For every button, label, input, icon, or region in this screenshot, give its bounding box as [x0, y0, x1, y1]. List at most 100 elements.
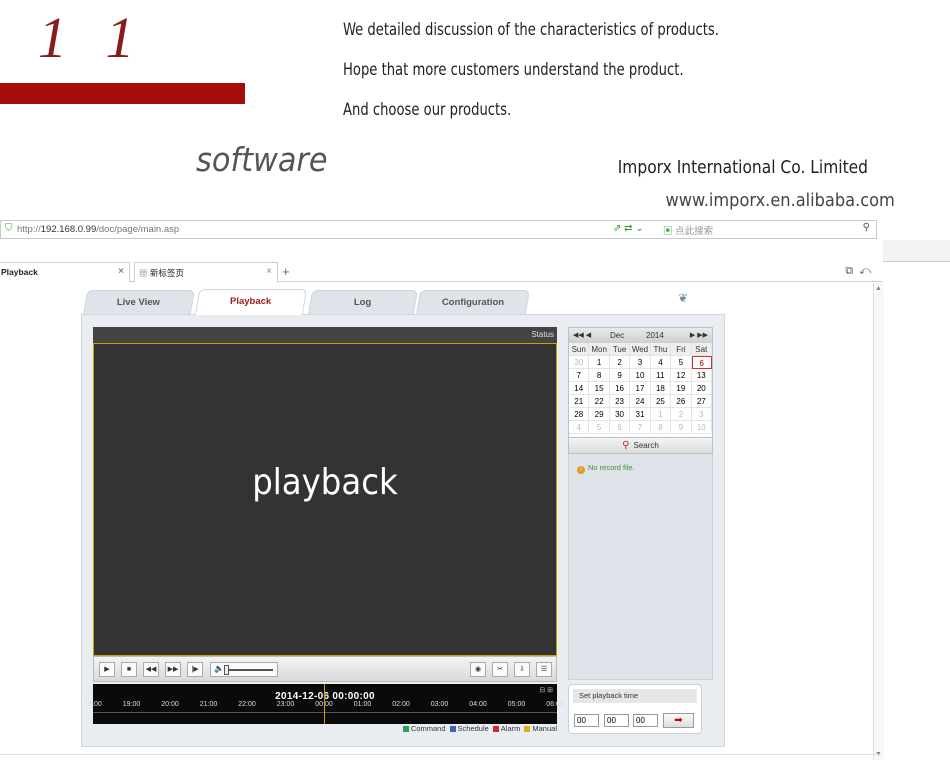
- timeline-track[interactable]: [93, 712, 557, 722]
- timeline-tick: 21:00: [199, 701, 218, 708]
- calendar-day[interactable]: 5: [589, 421, 610, 434]
- status-label[interactable]: Status: [531, 330, 554, 339]
- calendar-day[interactable]: 31: [630, 408, 651, 421]
- browser-tab-playback[interactable]: Playback ×: [0, 262, 130, 282]
- weekday-label: Thu: [650, 343, 672, 356]
- calendar-day[interactable]: 20: [691, 382, 712, 395]
- url-text[interactable]: http://192.168.0.99/doc/page/main.asp: [17, 224, 179, 235]
- rewind-icon[interactable]: ◀◀: [143, 662, 159, 677]
- close-icon[interactable]: ×: [118, 266, 124, 277]
- calendar-day[interactable]: 30: [569, 356, 590, 369]
- hour-input[interactable]: 00: [574, 714, 599, 727]
- calendar-day[interactable]: 10: [630, 369, 651, 382]
- timeline-legend: Command Schedule Alarm Manual: [93, 724, 557, 734]
- tab-tools-icons[interactable]: ⧉ ↶: [845, 265, 871, 278]
- weekday-label: Wed: [630, 343, 651, 356]
- calendar-day[interactable]: 16: [609, 382, 631, 395]
- calendar-day[interactable]: 22: [589, 395, 610, 408]
- calendar-day[interactable]: 14: [569, 382, 590, 395]
- timeline[interactable]: 2014-12-06 00:00:00 18:00 19:00 20:00 21:00…: [84, 684, 564, 724]
- calendar-day[interactable]: 19: [671, 382, 692, 395]
- next-year-icon[interactable]: ▶ ▶▶: [690, 331, 708, 339]
- go-arrow-button[interactable]: ➡: [663, 713, 694, 728]
- calendar-day[interactable]: 11: [650, 369, 672, 382]
- legend-swatch: [402, 726, 409, 732]
- calendar-day[interactable]: 15: [589, 382, 610, 395]
- stop-icon[interactable]: ■: [121, 662, 137, 677]
- download-list-icon[interactable]: ☰: [536, 662, 552, 677]
- timeline-tick: 19:00: [122, 701, 141, 708]
- timeline-tick: 22:00: [238, 701, 256, 708]
- calendar-day[interactable]: 18: [650, 382, 672, 395]
- calendar-day[interactable]: 8: [650, 421, 672, 434]
- scrollbar[interactable]: ▲ ▼: [873, 283, 884, 760]
- clip-icon[interactable]: ✂: [492, 662, 508, 677]
- calendar-day[interactable]: 1: [589, 356, 610, 369]
- tab-configuration[interactable]: Configuration: [415, 290, 531, 314]
- calendar-day[interactable]: 4: [650, 356, 672, 369]
- zoom-icons[interactable]: ⊟ ⊞: [539, 686, 553, 694]
- calendar-day[interactable]: 27: [691, 395, 712, 408]
- calendar-day[interactable]: 23: [609, 395, 631, 408]
- legend-swatch: [449, 726, 456, 732]
- search-icon[interactable]: ⚲: [863, 222, 870, 233]
- browser-tab-new[interactable]: ▦ 新标签页 ×: [134, 262, 278, 282]
- share-icon[interactable]: ⇗ ⇄ ⌄: [613, 223, 644, 234]
- tab-log[interactable]: Log: [307, 290, 419, 314]
- calendar-day[interactable]: 29: [589, 408, 610, 421]
- calendar-day[interactable]: 9: [671, 421, 692, 434]
- section-title: software: [196, 140, 328, 179]
- calendar-day[interactable]: 26: [671, 395, 692, 408]
- calendar-day[interactable]: 17: [630, 382, 651, 395]
- calendar-day[interactable]: 13: [691, 369, 712, 382]
- timeline-tick: 05:00: [507, 701, 526, 708]
- calendar-day[interactable]: 10: [691, 421, 712, 434]
- calendar-day[interactable]: 7: [569, 369, 590, 382]
- calendar-day[interactable]: 7: [630, 421, 651, 434]
- close-icon[interactable]: ×: [266, 266, 272, 277]
- volume-slider[interactable]: 🔈: [210, 662, 278, 677]
- calendar-day[interactable]: 6: [691, 356, 712, 369]
- calendar-day[interactable]: 28: [569, 408, 590, 421]
- video-overlay-text: playback: [252, 462, 398, 503]
- calendar-day[interactable]: 12: [671, 369, 692, 382]
- search-button[interactable]: ⚲ Search: [568, 437, 713, 454]
- calendar-day[interactable]: 3: [630, 356, 651, 369]
- step-frame-icon[interactable]: |▶: [187, 662, 203, 677]
- calendar-day[interactable]: 1: [650, 408, 672, 421]
- red-accent-bar: [0, 83, 245, 104]
- second-input[interactable]: 00: [633, 714, 658, 727]
- fast-forward-icon[interactable]: ▶▶: [165, 662, 181, 677]
- no-record-message: ! No record file.: [577, 463, 635, 474]
- calendar-day[interactable]: 25: [650, 395, 672, 408]
- calendar-day[interactable]: 30: [609, 408, 631, 421]
- calendar-day[interactable]: 24: [630, 395, 651, 408]
- new-tab-button[interactable]: +: [282, 264, 290, 279]
- calendar-day[interactable]: 21: [569, 395, 590, 408]
- calendar-day[interactable]: 5: [671, 356, 692, 369]
- calendar-day[interactable]: 8: [589, 369, 610, 382]
- weekday-label: Tue: [609, 343, 631, 356]
- calendar-day[interactable]: 9: [609, 369, 631, 382]
- tab-playback[interactable]: Playback: [194, 289, 308, 315]
- volume-handle[interactable]: [224, 665, 229, 675]
- download-icon[interactable]: ⇩: [514, 662, 530, 677]
- search-box[interactable]: ▣ 点此搜索: [663, 223, 713, 237]
- calendar-day[interactable]: 2: [671, 408, 692, 421]
- play-icon[interactable]: ▶: [99, 662, 115, 677]
- info-icon: !: [577, 466, 585, 474]
- timeline-cursor[interactable]: [324, 684, 325, 724]
- company-name: Imporx International Co. Limited: [617, 157, 868, 178]
- scroll-up-icon[interactable]: ▲: [875, 285, 882, 292]
- camera-icon[interactable]: ◉: [470, 662, 486, 677]
- calendar-day[interactable]: 2: [609, 356, 631, 369]
- prev-year-icon[interactable]: ◀◀ ◀: [573, 331, 591, 339]
- tab-live-view[interactable]: Live View: [82, 290, 196, 314]
- calendar-day[interactable]: 4: [569, 421, 590, 434]
- calendar-day[interactable]: 3: [691, 408, 712, 421]
- website-url: www.imporx.en.alibaba.com: [665, 190, 895, 211]
- minute-input[interactable]: 00: [604, 714, 629, 727]
- calendar-day[interactable]: 6: [609, 421, 631, 434]
- video-window[interactable]: playback: [93, 344, 557, 656]
- address-bar[interactable]: ⛉ http://192.168.0.99/doc/page/main.asp …: [0, 220, 877, 239]
